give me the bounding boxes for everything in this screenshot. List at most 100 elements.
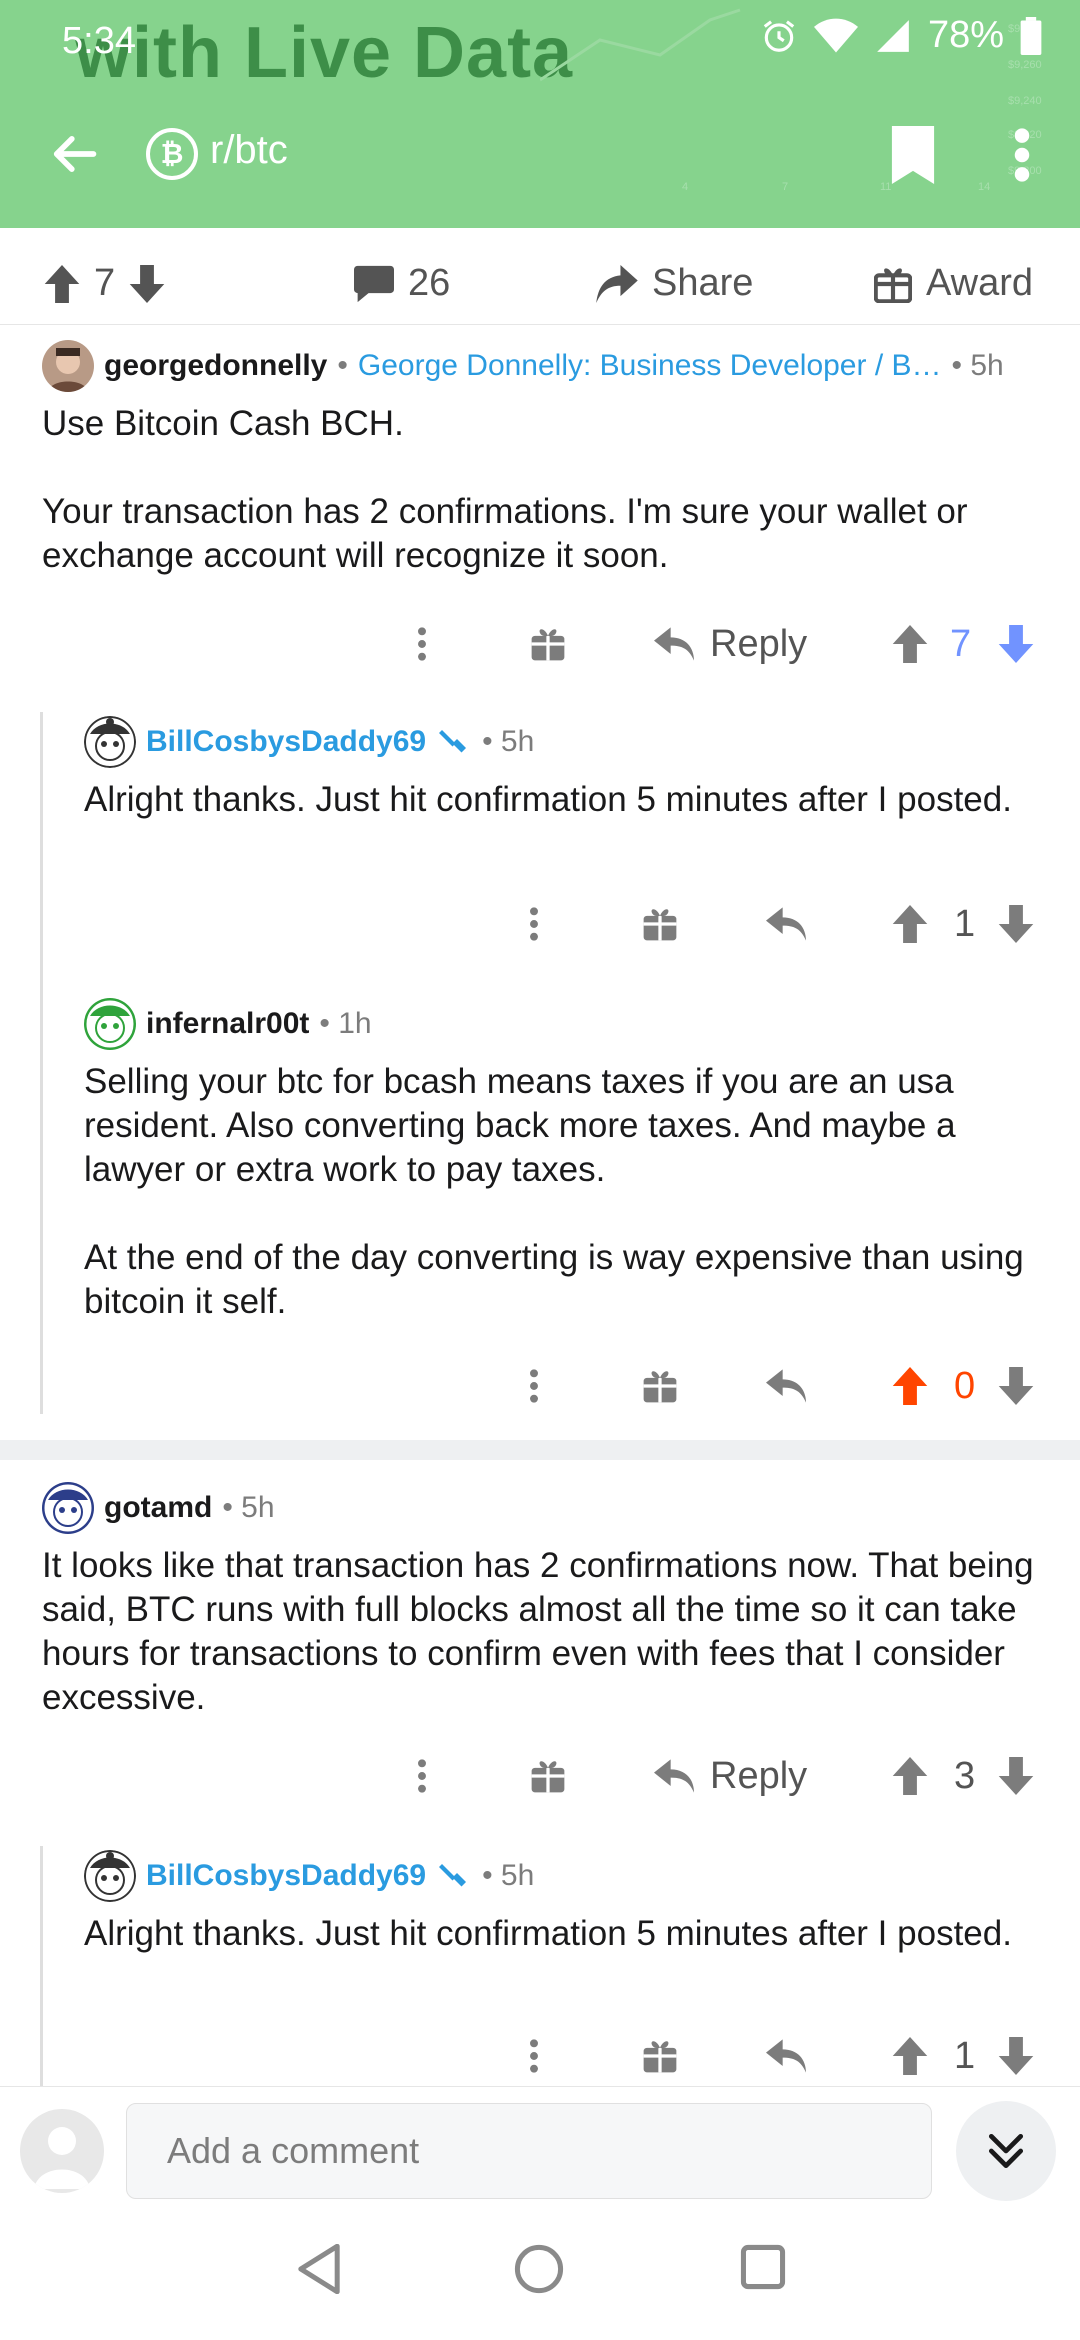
comments-button[interactable]: 26 <box>354 262 450 305</box>
avatar[interactable] <box>84 998 136 1050</box>
downvote-arrow-icon[interactable] <box>998 1746 1034 1806</box>
comment-header: infernalr00t • 1h <box>84 998 372 1050</box>
more-options-icon[interactable] <box>522 1356 546 1416</box>
comment-bubble-icon <box>354 265 394 302</box>
downvote-arrow-icon[interactable] <box>998 2026 1034 2086</box>
username[interactable]: infernalr00t <box>146 1007 309 1041</box>
gift-icon[interactable] <box>642 1356 678 1416</box>
system-navigation-bar <box>0 2214 1080 2340</box>
more-options-icon[interactable] <box>1010 126 1034 184</box>
chart-price-label: $9,260 <box>1008 59 1042 71</box>
share-button[interactable]: Share <box>596 262 753 305</box>
reply-arrow-icon <box>654 627 694 661</box>
share-label: Share <box>652 262 754 304</box>
gift-icon[interactable] <box>530 614 566 674</box>
comment-paragraph: Use Bitcoin Cash BCH. <box>42 404 404 443</box>
signal-icon <box>877 19 909 52</box>
downvote-arrow-icon[interactable] <box>998 614 1034 674</box>
wifi-icon <box>813 18 858 52</box>
gift-icon <box>874 267 912 303</box>
double-chevron-down-icon <box>988 2133 1024 2169</box>
comment-composer-bar: Add a comment <box>0 2086 1080 2215</box>
comment-score: 3 <box>954 1754 976 1797</box>
comment-header: gotamd • 5h <box>42 1482 275 1534</box>
status-icons: 78% <box>760 14 1042 57</box>
chart-day-label: 7 <box>782 181 788 193</box>
comment-header: BillCosbysDaddy69 • 5h <box>84 1850 534 1902</box>
more-options-icon[interactable] <box>410 1746 434 1806</box>
gift-icon[interactable] <box>530 1746 566 1806</box>
award-label: Award <box>926 262 1034 304</box>
avatar[interactable] <box>42 340 94 392</box>
upvote-arrow-icon[interactable] <box>44 264 80 303</box>
downvote-arrow-icon[interactable] <box>129 264 165 303</box>
upvote-arrow-icon[interactable] <box>892 1746 928 1806</box>
app-header: with Live Data $9,280 $9,260 $9,240 $9,2… <box>0 0 1080 228</box>
moderator-wrench-icon <box>439 730 467 753</box>
username[interactable]: BillCosbysDaddy69 <box>146 1859 426 1893</box>
reply-label: Reply <box>710 622 808 665</box>
user-avatar[interactable] <box>20 2109 104 2193</box>
comment-body: Selling your btc for bcash means taxes i… <box>84 1060 1044 1324</box>
award-button[interactable]: Award <box>874 262 1033 305</box>
nav-home-icon[interactable] <box>514 2244 564 2294</box>
subreddit-bitcoin-icon[interactable]: ₿ <box>146 128 198 180</box>
comment-score: 1 <box>954 2034 976 2077</box>
status-time: 5:34 <box>62 20 136 62</box>
subreddit-name[interactable]: r/btc <box>210 128 288 173</box>
separator-dot: • <box>337 349 348 382</box>
upvote-arrow-icon[interactable] <box>892 2026 928 2086</box>
avatar[interactable] <box>42 1482 94 1534</box>
downvote-arrow-icon[interactable] <box>998 894 1034 954</box>
battery-icon <box>1020 16 1042 55</box>
comment-paragraph: Selling your btc for bcash means taxes i… <box>84 1062 956 1189</box>
collapse-threads-button[interactable] <box>956 2101 1056 2201</box>
comment-body: Alright thanks. Just hit confirmation 5 … <box>84 1912 1044 1956</box>
reply-arrow-icon <box>654 1759 694 1793</box>
bookmark-icon[interactable] <box>886 126 940 184</box>
comment-header: georgedonnelly • George Donnelly: Busine… <box>42 340 1004 392</box>
comment-body: It looks like that transaction has 2 con… <box>42 1544 1052 1720</box>
thread-line[interactable] <box>40 712 43 1414</box>
comment-count: 26 <box>408 262 451 304</box>
user-flair: George Donnelly: Business Developer / B… <box>357 349 942 382</box>
reply-button[interactable]: Reply <box>654 614 807 674</box>
comment-time: • 1h <box>319 1007 372 1040</box>
more-options-icon[interactable] <box>410 614 434 674</box>
username[interactable]: BillCosbysDaddy69 <box>146 725 426 759</box>
post-vote-group: 7 <box>44 262 165 305</box>
username[interactable]: georgedonnelly <box>104 349 327 383</box>
upvote-arrow-icon[interactable] <box>892 614 928 674</box>
gift-icon[interactable] <box>642 2026 678 2086</box>
chart-price-label: $9,240 <box>1008 95 1042 107</box>
upvote-arrow-icon[interactable] <box>892 1356 928 1416</box>
avatar[interactable] <box>84 1850 136 1902</box>
comment-action-bar: Reply 3 <box>0 1746 1080 1806</box>
moderator-wrench-icon <box>439 1864 467 1887</box>
nav-back-icon[interactable] <box>296 2244 342 2294</box>
comment-body: Alright thanks. Just hit confirmation 5 … <box>84 778 1044 822</box>
reply-label: Reply <box>710 1754 808 1797</box>
comment-time: • 5h <box>222 1491 275 1524</box>
downvote-arrow-icon[interactable] <box>998 1356 1034 1416</box>
comment-action-bar: 1 <box>0 894 1080 954</box>
reply-arrow-icon[interactable] <box>766 2026 806 2086</box>
alarm-icon <box>763 19 795 52</box>
avatar[interactable] <box>84 716 136 768</box>
comment-score: 1 <box>954 902 976 945</box>
add-comment-input[interactable]: Add a comment <box>126 2103 932 2199</box>
more-options-icon[interactable] <box>522 894 546 954</box>
back-arrow-icon[interactable] <box>48 128 100 180</box>
nav-recents-icon[interactable] <box>740 2244 786 2290</box>
comment-paragraph: Your transaction has 2 confirmations. I'… <box>42 492 968 575</box>
comment-paragraph: Alright thanks. Just hit confirmation 5 … <box>84 1914 1012 1953</box>
more-options-icon[interactable] <box>522 2026 546 2086</box>
reply-arrow-icon[interactable] <box>766 1356 806 1416</box>
reply-button[interactable]: Reply <box>654 1746 807 1806</box>
comment-action-bar: Reply 7 <box>0 614 1080 674</box>
upvote-arrow-icon[interactable] <box>892 894 928 954</box>
thread-divider <box>0 1440 1080 1460</box>
username[interactable]: gotamd <box>104 1491 212 1525</box>
reply-arrow-icon[interactable] <box>766 894 806 954</box>
gift-icon[interactable] <box>642 894 678 954</box>
